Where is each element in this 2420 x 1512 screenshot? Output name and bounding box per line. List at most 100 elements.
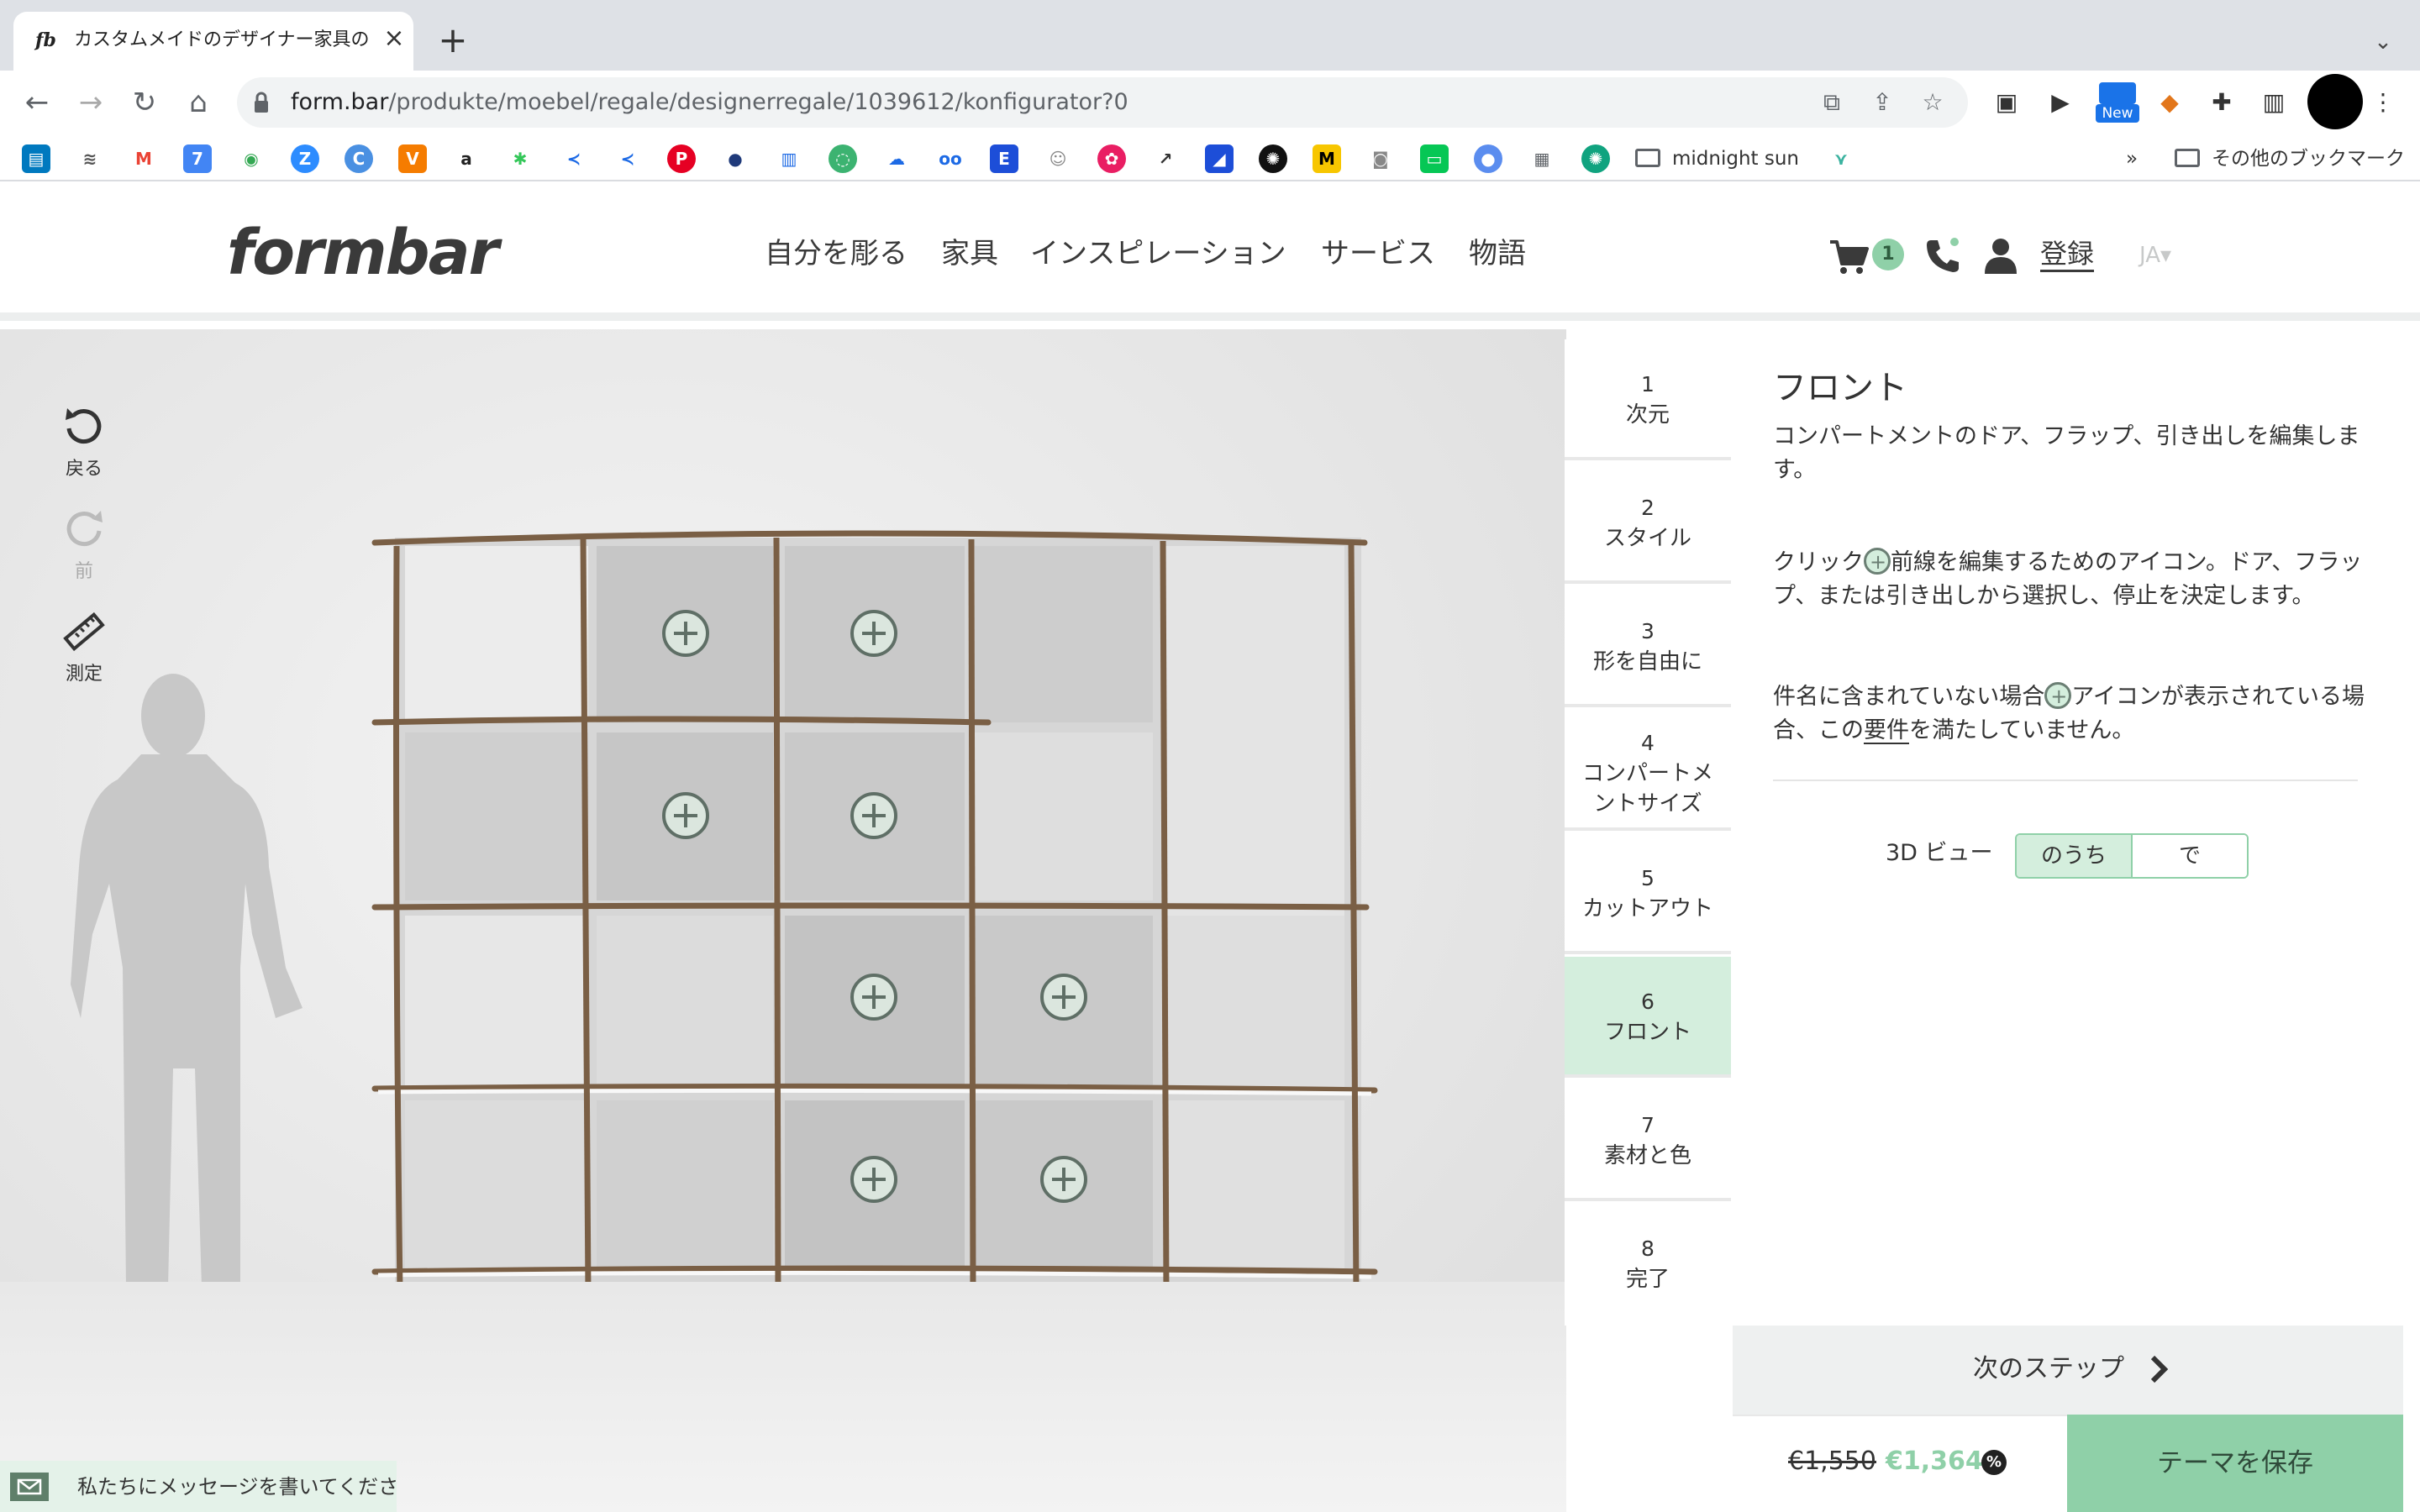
- side-panel-icon[interactable]: ▥: [2257, 86, 2291, 119]
- nav-design-yourself[interactable]: 自分を彫る: [765, 235, 908, 272]
- back-arrow-icon[interactable]: ←: [17, 82, 57, 123]
- arrow2-bookmark-icon[interactable]: ≺: [613, 144, 642, 173]
- line-bookmark-icon[interactable]: ▭: [1420, 144, 1449, 173]
- language-selector[interactable]: JA▾: [2139, 239, 2171, 272]
- view3d-on-option[interactable]: のうち: [2017, 835, 2133, 877]
- calendar-bookmark-icon[interactable]: 7: [183, 144, 212, 173]
- trello-bookmark-icon[interactable]: ▤: [22, 144, 50, 173]
- site-header: formbar 自分を彫る 家具 インスピレーション サービス 物語 1 登録 …: [0, 183, 2420, 321]
- profile-avatar[interactable]: [2307, 74, 2363, 129]
- other-bookmarks-folder[interactable]: その他のブックマーク: [2175, 144, 2405, 173]
- user-icon[interactable]: [1983, 237, 2018, 274]
- c-bookmark-icon[interactable]: C: [345, 144, 373, 173]
- maps-bookmark-icon[interactable]: ◉: [237, 144, 266, 173]
- video-extension-icon[interactable]: ▶: [2044, 86, 2077, 119]
- discounted-price: €1,364: [1886, 1446, 1983, 1476]
- nav-furniture[interactable]: 家具: [941, 235, 998, 272]
- step-number: 5: [1641, 866, 1655, 890]
- chart-bookmark-icon[interactable]: ▥: [775, 144, 803, 173]
- close-tab-icon[interactable]: ×: [381, 24, 407, 54]
- dot-bookmark-icon[interactable]: ●: [721, 144, 750, 173]
- step-7-material-color[interactable]: 7 素材と色: [1565, 1080, 1731, 1201]
- cloud-bookmark-icon[interactable]: ☁: [882, 144, 911, 173]
- step-6-front[interactable]: 6 フロント: [1565, 957, 1731, 1078]
- home-icon[interactable]: ⌂: [178, 82, 218, 123]
- panel-requirements-note: 件名に含まれていない場合アイコンが表示されている場合、この要件を満たしていません…: [1773, 680, 2370, 748]
- requirements-link[interactable]: 要件: [1864, 717, 1909, 743]
- discount-percent-icon[interactable]: %: [1981, 1450, 2007, 1475]
- blue-tag-bookmark-icon[interactable]: ◢: [1205, 144, 1234, 173]
- oo-bookmark-icon[interactable]: oo: [936, 144, 965, 173]
- translate-icon[interactable]: ⧉: [1817, 87, 1847, 118]
- add-front-button-r1c2[interactable]: [662, 610, 709, 657]
- camera-bookmark-icon[interactable]: ◙: [1366, 144, 1395, 173]
- configurator-viewport[interactable]: 戻る 前 測定 私たちにメッセージを書いてください: [0, 329, 1566, 1512]
- add-front-button-r2c2[interactable]: [662, 792, 709, 839]
- bookmark-star-icon[interactable]: ☆: [1918, 87, 1948, 118]
- view3d-off-option[interactable]: で: [2133, 835, 2247, 877]
- building-bookmark-icon[interactable]: ▦: [1528, 144, 1556, 173]
- notion-extension-icon[interactable]: ▣: [1990, 86, 2023, 119]
- nav-inspiration[interactable]: インスピレーション: [1030, 235, 1286, 272]
- amazon-bookmark-icon[interactable]: a: [452, 144, 481, 173]
- step-number: 1: [1641, 372, 1655, 396]
- cart-icon[interactable]: [1828, 239, 1869, 276]
- add-front-button-r2c3[interactable]: [850, 792, 897, 839]
- browser-menu-icon[interactable]: ⋮: [2366, 86, 2400, 119]
- add-front-button-r4c4[interactable]: [1040, 1156, 1087, 1203]
- extensions-puzzle-icon[interactable]: ✚: [2205, 86, 2238, 119]
- formbar-logo[interactable]: formbar: [227, 217, 499, 289]
- forward-arrow-icon[interactable]: →: [71, 82, 111, 123]
- step-label: 完了: [1625, 1267, 1670, 1292]
- folder-icon: [1635, 149, 1660, 167]
- metamask-extension-icon[interactable]: ◆: [2153, 86, 2186, 119]
- share-icon[interactable]: ⇪: [1867, 87, 1897, 118]
- e-bookmark-icon[interactable]: E: [990, 144, 1018, 173]
- add-front-button-r1c3[interactable]: [850, 610, 897, 657]
- pen-bookmark-icon[interactable]: ↗: [1151, 144, 1180, 173]
- bookmark-folder-midnight-sun[interactable]: midnight sun: [1635, 144, 1799, 173]
- chat-widget[interactable]: 私たちにメッセージを書いてください: [0, 1461, 397, 1512]
- original-price: €1,550: [1788, 1446, 1876, 1476]
- human-silhouette: [71, 674, 302, 1282]
- step-8-finish[interactable]: 8 完了: [1565, 1204, 1731, 1325]
- nav-story[interactable]: 物語: [1469, 235, 1526, 272]
- step-2-style[interactable]: 2 スタイル: [1565, 463, 1731, 584]
- add-front-button-r3c4[interactable]: [1040, 974, 1087, 1021]
- browser-tab[interactable]: fb カスタムメイドのデザイナー家具の ×: [13, 12, 413, 71]
- add-front-button-r3c3[interactable]: [850, 974, 897, 1021]
- v-bookmark-icon[interactable]: V: [398, 144, 427, 173]
- green-circle-bookmark-icon[interactable]: ◌: [829, 144, 857, 173]
- save-design-button[interactable]: テーマを保存: [2067, 1415, 2403, 1512]
- step-4-compartment-size[interactable]: 4 コンパートメントサイズ: [1565, 710, 1731, 831]
- add-front-button-r4c3[interactable]: [850, 1156, 897, 1203]
- arrow-bookmark-icon[interactable]: ≺: [560, 144, 588, 173]
- step-number: 2: [1641, 496, 1655, 520]
- tab-search-chevron-icon[interactable]: ⌄: [2366, 25, 2400, 59]
- v-teal-bookmark-icon[interactable]: ⋎: [1827, 144, 1855, 173]
- bubble-bookmark-icon[interactable]: ●: [1474, 144, 1502, 173]
- phone-icon[interactable]: [1924, 237, 1961, 274]
- step-1-dimensions[interactable]: 1 次元: [1565, 339, 1731, 460]
- step-5-cutout[interactable]: 5 カットアウト: [1565, 833, 1731, 954]
- view3d-toggle: のうち で: [2015, 833, 2249, 879]
- bookmarks-overflow[interactable]: »: [2126, 144, 2138, 173]
- nav-services[interactable]: サービス: [1321, 235, 1435, 272]
- reload-icon[interactable]: ↻: [124, 82, 165, 123]
- zoom-bookmark-icon[interactable]: Z: [291, 144, 319, 173]
- flower-bookmark-icon[interactable]: ✿: [1097, 144, 1126, 173]
- gmail-bookmark-icon[interactable]: M: [129, 144, 158, 173]
- smile-bookmark-icon[interactable]: ☺: [1044, 144, 1072, 173]
- database-bookmark-icon[interactable]: ≋: [76, 144, 104, 173]
- chatgpt-bookmark-icon[interactable]: ✺: [1581, 144, 1610, 173]
- step-3-freeform[interactable]: 3 形を自由に: [1565, 586, 1731, 707]
- login-link[interactable]: 登録: [2040, 235, 2094, 272]
- next-step-button[interactable]: 次のステップ: [1733, 1326, 2403, 1415]
- miro-bookmark-icon[interactable]: M: [1313, 144, 1341, 173]
- openai-bookmark-icon[interactable]: ✺: [1259, 144, 1287, 173]
- pinterest-bookmark-icon[interactable]: P: [667, 144, 696, 173]
- asterisk-bookmark-icon[interactable]: ✱: [506, 144, 534, 173]
- new-tab-icon[interactable]: +: [434, 22, 472, 60]
- new-extension-icon[interactable]: New: [2096, 82, 2139, 123]
- address-bar[interactable]: form.bar/produkte/moebel/regale/designer…: [237, 77, 1968, 128]
